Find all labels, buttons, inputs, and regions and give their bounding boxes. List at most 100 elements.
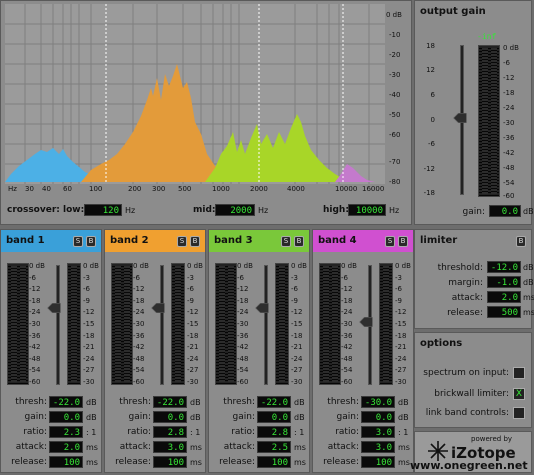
band-threshold-slider-knob[interactable] — [255, 303, 269, 313]
limiter-title: limiter — [420, 235, 458, 246]
freq-label-10000: 10000 — [335, 185, 358, 193]
band-meter-scale-left: -36 — [133, 331, 145, 340]
band-ratio-unit: : 1 — [294, 428, 305, 437]
output-gain-slider-knob[interactable] — [453, 113, 467, 123]
band-bypass-button[interactable]: B — [398, 236, 408, 247]
band-meter-scale-right: -15 — [187, 320, 199, 328]
band-gain-reduction-meter — [275, 263, 289, 385]
band-threshold-slider-knob[interactable] — [47, 303, 61, 313]
band-attack-field[interactable]: 2.5 — [257, 441, 291, 453]
band-panel-1: band 1SB0 dB -6 -12 -18 -24 -30 -36 -42 -48 -54 -6… — [0, 229, 102, 473]
crossover-low-unit: Hz — [125, 206, 136, 215]
band-ratio-field[interactable]: 3.0 — [361, 426, 395, 438]
band-gain-unit: dB — [86, 413, 97, 422]
band-meter-scale-right: -21 — [395, 343, 407, 352]
band-meter-scale-right: -18 — [83, 331, 95, 340]
limiter-bypass-button[interactable]: B — [516, 236, 526, 247]
band-release-label: release: — [323, 457, 359, 467]
output-scale-0: 0 — [430, 116, 435, 124]
band-meter-scale-right: -24 — [83, 354, 95, 363]
band-bypass-button[interactable]: B — [294, 236, 304, 247]
limiter-threshold-label: threshold: — [437, 263, 483, 273]
db-label-7: -70 — [389, 158, 401, 166]
crossover-high-unit: Hz — [389, 206, 400, 215]
band-meter-scale-right: 0 dB — [395, 262, 411, 270]
crossover-mid-unit: Hz — [258, 206, 269, 215]
band-gain-field[interactable]: 0.0 — [257, 411, 291, 423]
db-label-8: -80 — [389, 178, 401, 186]
band-thresh-field[interactable]: -30.0 — [361, 396, 395, 408]
output-meter-36: -36 — [503, 134, 515, 142]
band-solo-button[interactable]: S — [177, 236, 187, 247]
band-ratio-label: ratio: — [23, 427, 47, 437]
band-meter-scale-left: -36 — [237, 331, 249, 340]
band-thresh-field[interactable]: -22.0 — [153, 396, 187, 408]
crossover-high-field[interactable]: 10000 — [348, 204, 386, 216]
band-meter-scale-right: -15 — [395, 320, 407, 328]
band-ratio-field[interactable]: 2.8 — [153, 426, 187, 438]
band-threshold-slider-track[interactable] — [160, 265, 164, 385]
band-gain-field[interactable]: 0.0 — [153, 411, 187, 423]
band-ratio-field[interactable]: 2.3 — [49, 426, 83, 438]
band-gain-label: gain: — [336, 412, 359, 422]
band-meter-scale-right: -9 — [83, 296, 90, 305]
band-release-unit: ms — [86, 458, 98, 467]
band-meter-scale-left: -30 — [133, 320, 145, 328]
band-meter-scale-right: -12 — [291, 308, 303, 317]
band-meter-scale-right: -30 — [83, 378, 95, 386]
freq-label-200: 200 — [128, 185, 142, 193]
band-threshold-slider-track[interactable] — [264, 265, 268, 385]
freq-label-hz: Hz — [8, 185, 17, 193]
band-attack-field[interactable]: 3.0 — [153, 441, 187, 453]
band-threshold-slider-knob[interactable] — [151, 303, 165, 313]
band-gain-field[interactable]: 0.0 — [361, 411, 395, 423]
band-release-field[interactable]: 100 — [361, 456, 395, 468]
band-meter-scale-left: -60 — [133, 378, 145, 386]
spectrum-display[interactable] — [5, 4, 385, 184]
limiter-margin-field[interactable]: -1.0 — [487, 276, 521, 288]
brickwall-limiter-checkbox[interactable]: X — [513, 388, 525, 400]
band-threshold-slider-track[interactable] — [56, 265, 60, 385]
db-label-0: 0 dB — [386, 11, 402, 19]
band-meter-scale-left: 0 dB — [341, 262, 357, 270]
crossover-low-field[interactable]: 120 — [84, 204, 122, 216]
limiter-release-field[interactable]: 500 — [487, 306, 521, 318]
limiter-attack-field[interactable]: 2.0 — [487, 291, 521, 303]
band-panel-4: band 4SB0 dB -6 -12 -18 -24 -30 -36 -42 -48 -54 -6… — [312, 229, 414, 473]
band-meter-scale-left: -60 — [341, 378, 353, 386]
output-gain-field[interactable]: 0.0 — [489, 205, 521, 217]
band-ratio-field[interactable]: 2.8 — [257, 426, 291, 438]
band-threshold-slider-knob[interactable] — [359, 317, 373, 327]
band-bypass-button[interactable]: B — [86, 236, 96, 247]
output-scale-m12: -12 — [423, 165, 435, 173]
band-gain-reduction-meter — [171, 263, 185, 385]
band-attack-field[interactable]: 2.0 — [49, 441, 83, 453]
output-meter-24: -24 — [503, 104, 515, 112]
band-bypass-button[interactable]: B — [190, 236, 200, 247]
band-release-field[interactable]: 100 — [257, 456, 291, 468]
band-solo-button[interactable]: S — [281, 236, 291, 247]
band-meter-scale-right: -24 — [187, 354, 199, 363]
band-release-field[interactable]: 100 — [153, 456, 187, 468]
band-gain-field[interactable]: 0.0 — [49, 411, 83, 423]
link-band-controls-checkbox[interactable] — [513, 407, 525, 419]
band-attack-field[interactable]: 3.0 — [361, 441, 395, 453]
crossover-high-label: high: — [323, 205, 349, 215]
freq-label-60: 60 — [63, 185, 72, 193]
freq-label-40: 40 — [42, 185, 51, 193]
crossover-mid-field[interactable]: 2000 — [215, 204, 255, 216]
options-panel: options spectrum on input: brickwall lim… — [414, 332, 532, 428]
band-meter-scale-left: -48 — [29, 354, 41, 363]
band-thresh-field[interactable]: -22.0 — [257, 396, 291, 408]
band-meter-scale-right: -24 — [291, 354, 303, 363]
band-thresh-field[interactable]: -22.0 — [49, 396, 83, 408]
band-meter-scale-left: -18 — [133, 296, 145, 305]
band-release-unit: ms — [398, 458, 410, 467]
spectrum-on-input-checkbox[interactable] — [513, 367, 525, 379]
band-release-field[interactable]: 100 — [49, 456, 83, 468]
band-solo-button[interactable]: S — [73, 236, 83, 247]
band-meter-scale-left: -54 — [341, 366, 353, 375]
limiter-threshold-field[interactable]: -12.0 — [487, 261, 521, 273]
band-meter-scale-right: -21 — [187, 343, 199, 352]
band-solo-button[interactable]: S — [385, 236, 395, 247]
